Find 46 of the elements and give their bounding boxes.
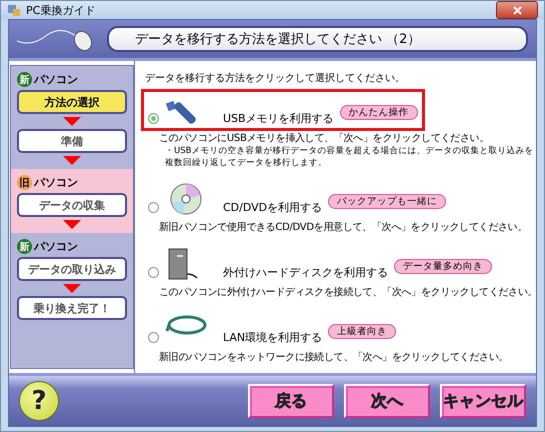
radio-button[interactable] [148, 332, 159, 343]
step-item[interactable]: データの収集 [17, 193, 127, 217]
footer-button[interactable]: 戻る [248, 384, 334, 418]
radio-button[interactable] [148, 113, 159, 124]
badge: 旧 [17, 175, 32, 190]
step-item[interactable]: 乗り換え完了！ [17, 296, 127, 320]
footer-button[interactable]: 次へ [344, 384, 430, 418]
option-row[interactable]: LAN環境を利用する 上級者向き [141, 308, 404, 350]
option-row[interactable]: 外付けハードディスクを利用する データ量多め向き [141, 243, 499, 285]
step-item[interactable]: 準備 [17, 129, 127, 153]
option-description: このパソコンにUSBメモリを挿入して、「次へ」をクリックしてください。 [159, 132, 490, 145]
option-description: 新旧のパソコンをネットワークに接続して、「次へ」をクリックしてください。 [159, 350, 510, 364]
instruction-text: データを移行する方法をクリックして選択してください。 [145, 72, 406, 85]
option-description: このパソコンに外付けハードディスクを接続して、「次へ」をクリックしてください。 [159, 286, 538, 299]
option-description: 新旧パソコンで使用できるCD/DVDを用意して、「次へ」をクリックしてください。 [159, 220, 528, 234]
help-button[interactable]: ? [19, 381, 59, 421]
option-label[interactable]: LAN環境を利用する [223, 330, 322, 345]
page-title: データを移行する方法を選択してください （2） [107, 26, 528, 52]
group-label: パソコン [34, 239, 78, 254]
down-arrow-icon [63, 220, 81, 229]
close-button[interactable] [496, 1, 538, 19]
option-row[interactable]: CD/DVDを利用する バックアップも一緒に [141, 178, 454, 220]
option-highlight-frame[interactable]: USBメモリを利用する かんたん操作 [141, 89, 425, 131]
option-tag: かんたん操作 [340, 105, 418, 120]
step-item[interactable]: データの取り込み [17, 257, 127, 281]
option-tag: 上級者向き [328, 324, 396, 339]
radio-button[interactable] [148, 202, 159, 213]
option-label[interactable]: CD/DVDを利用する [223, 200, 322, 215]
down-arrow-icon [63, 156, 81, 165]
badge: 新 [17, 72, 32, 87]
group-label: パソコン [34, 72, 78, 87]
down-arrow-icon [63, 117, 81, 126]
group-label: パソコン [34, 175, 78, 190]
step-item[interactable]: 方法の選択 [17, 90, 127, 114]
badge: 新 [17, 239, 32, 254]
radio-button[interactable] [148, 267, 159, 278]
option-note: ・USBメモリの空き容量が移行データの容量を超える場合には、データの収集と取り込みを複数回繰り返してデータを移行します。 [165, 145, 534, 169]
close-icon [512, 6, 522, 14]
down-arrow-icon [63, 284, 81, 293]
app-icon [7, 3, 21, 17]
option-label[interactable]: USBメモリを利用する [223, 111, 334, 126]
footer-button[interactable]: キャンセル [440, 384, 526, 418]
option-tag: データ量多め向き [394, 259, 492, 274]
window-title: PC乗換ガイド [26, 2, 96, 18]
option-label[interactable]: 外付けハードディスクを利用する [223, 265, 388, 280]
option-tag: バックアップも一緒に [328, 194, 446, 209]
